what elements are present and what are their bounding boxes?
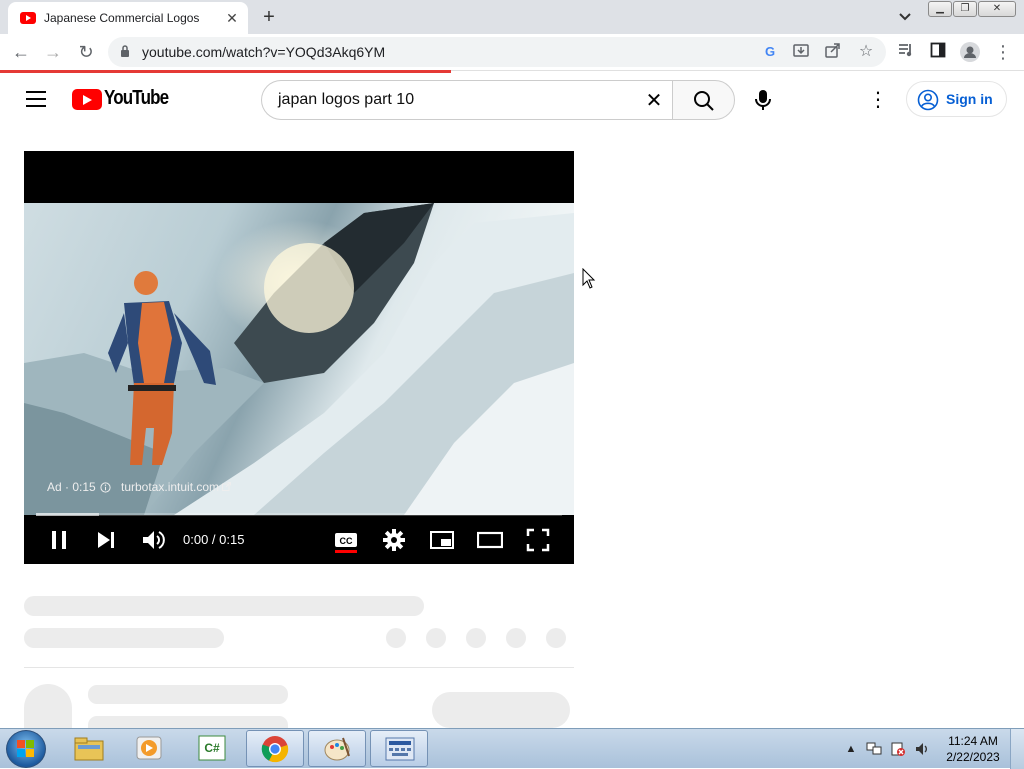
youtube-header: YouTube japan logos part 10 ✕ ⋮ Sign in [0,73,1024,127]
csharp-editor-icon[interactable]: C# [183,730,241,767]
action-placeholder [386,628,406,648]
volume-icon[interactable] [140,527,166,553]
tab-search-icon[interactable] [893,6,917,28]
search-input[interactable]: japan logos part 10 ✕ [261,80,672,120]
sign-in-label: Sign in [946,91,993,107]
next-icon[interactable] [93,527,119,553]
install-icon[interactable] [791,42,811,62]
windows-logo-icon [17,740,34,757]
account-circle-icon [917,89,939,111]
share-icon[interactable] [823,42,843,62]
browser-toolbar: ← → ↻ youtube.com/watch?v=YOQd3Akq6YM G … [0,34,1024,70]
settings-icon[interactable] [381,527,407,553]
lock-icon[interactable] [120,45,130,57]
menu-kebab-icon[interactable]: ⋮ [993,42,1013,62]
search-button[interactable] [672,80,735,120]
ad-label: Ad · 0:15 [47,480,96,494]
action-placeholder [546,628,566,648]
start-button[interactable] [6,730,46,768]
chrome-icon[interactable] [246,730,304,767]
minimize-button[interactable]: ▁ [928,1,952,17]
channel-avatar-placeholder [24,684,72,728]
svg-text:C#: C# [204,741,220,755]
meta-placeholder [24,628,224,648]
miniplayer-icon[interactable] [429,527,455,553]
action-center-icon[interactable] [890,741,906,757]
paint-icon[interactable] [308,730,366,767]
youtube-favicon-icon [20,12,36,24]
clock-time: 11:24 AM [948,734,998,748]
settings-kebab-icon[interactable]: ⋮ [868,88,888,112]
subscribe-placeholder [432,692,570,728]
voice-search-button[interactable] [750,87,776,113]
bookmark-star-icon[interactable]: ☆ [856,42,876,62]
show-desktop-button[interactable] [1010,729,1024,769]
windows-taskbar: C# ▲ 11:24 AM 2/22/2023 [0,728,1024,769]
mouse-cursor-icon [582,268,596,289]
external-link-icon [222,482,232,491]
on-screen-keyboard-icon[interactable] [370,730,428,767]
media-control-icon[interactable] [896,42,916,62]
profile-icon[interactable] [960,42,980,62]
captions-label: CC [340,536,353,546]
youtube-wordmark[interactable]: YouTube [104,87,169,110]
channel-name-placeholder [88,685,288,704]
ad-site-text[interactable]: turbotax.intuit.com [121,480,219,494]
show-hidden-icons[interactable]: ▲ [843,741,859,757]
title-placeholder [24,596,424,616]
restore-button[interactable]: ❐ [953,1,977,17]
reload-button[interactable]: ↻ [73,40,99,64]
sign-in-button[interactable]: Sign in [906,81,1007,117]
back-button[interactable]: ← [8,40,34,64]
video-player[interactable]: Ad · 0:15 turbotax.intuit.com 0:00 / 0:1… [24,151,574,564]
fullscreen-icon[interactable] [525,527,551,553]
side-panel-icon[interactable] [928,42,948,62]
forward-button[interactable]: → [40,40,66,64]
windows-explorer-icon[interactable] [60,730,118,767]
tab-title: Japanese Commercial Logos [44,11,200,25]
search-icon [694,91,714,111]
new-tab-button[interactable]: + [256,5,282,31]
action-placeholder [466,628,486,648]
section-divider [24,667,574,668]
clock-date: 2/22/2023 [946,750,1000,764]
browser-tab[interactable]: Japanese Commercial Logos ✕ [8,2,248,34]
time-display: 0:00 / 0:15 [183,532,245,547]
action-placeholder [506,628,526,648]
ad-info-icon[interactable] [100,482,111,493]
media-player-icon[interactable] [120,730,178,767]
channel-subs-placeholder [88,716,288,728]
ad-advertiser-link[interactable]: turbotax.intuit.com [121,480,232,494]
video-frame-image [24,203,574,515]
google-icon[interactable]: G [760,42,780,62]
address-url[interactable]: youtube.com/watch?v=YOQd3Akq6YM [142,44,385,60]
volume-icon[interactable] [914,741,930,757]
tab-close-icon[interactable]: ✕ [222,8,242,28]
youtube-logo-icon[interactable] [72,89,102,110]
search-query[interactable]: japan logos part 10 [278,91,414,109]
pause-icon[interactable] [46,527,72,553]
player-controls: 0:00 / 0:15 CC [24,515,574,564]
captions-icon[interactable]: CC [333,527,359,553]
network-icon[interactable] [866,741,882,757]
address-bar[interactable]: youtube.com/watch?v=YOQd3Akq6YM G ☆ [108,37,886,67]
clear-search-icon[interactable]: ✕ [642,89,666,113]
system-clock[interactable]: 11:24 AM 2/22/2023 [940,733,1006,765]
action-placeholder [426,628,446,648]
microphone-icon [755,90,771,110]
video-frame[interactable] [24,203,574,515]
tab-strip: Japanese Commercial Logos ✕ + ▁ ❐ ✕ [0,0,1024,34]
close-window-button[interactable]: ✕ [978,1,1016,17]
hamburger-menu-icon[interactable] [26,91,46,107]
theater-icon[interactable] [476,527,504,553]
